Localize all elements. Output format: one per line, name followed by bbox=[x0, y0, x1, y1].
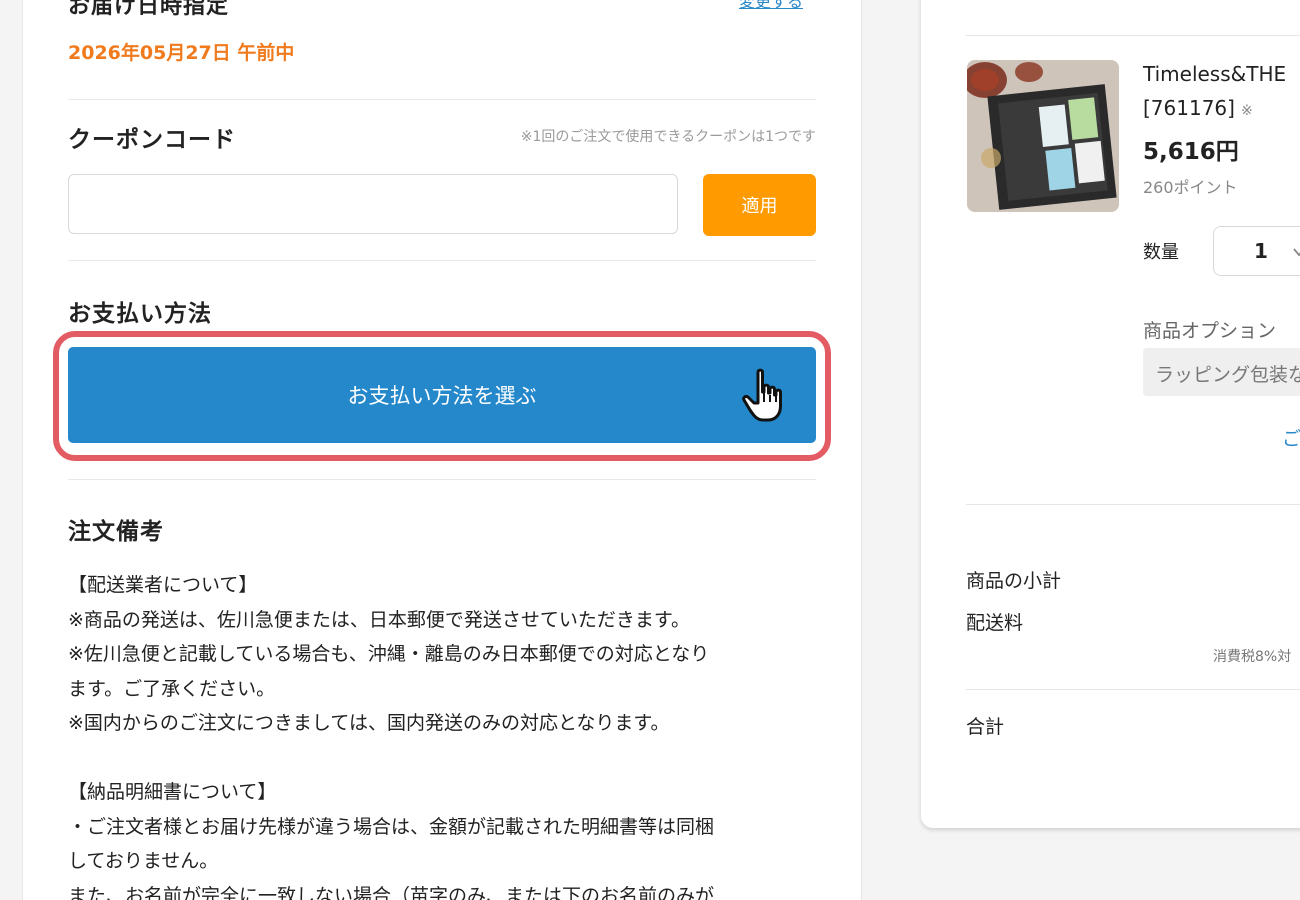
select-payment-method-button[interactable]: お支払い方法を選ぶ bbox=[68, 347, 816, 443]
product-name[interactable]: Timeless&THE bbox=[1143, 62, 1286, 86]
checkout-page: お届け日時指定 変更する 2026年05月27日 午前中 クーポンコード ※1回… bbox=[0, 0, 1300, 900]
delivery-date-value: 2026年05月27日 午前中 bbox=[68, 42, 295, 64]
coupon-code-input[interactable] bbox=[68, 174, 678, 234]
remarks-line: ※佐川急便と記載している場合も、沖縄・離島のみ日本郵便での対応となり bbox=[68, 643, 710, 665]
divider bbox=[68, 479, 816, 480]
quantity-value: 1 bbox=[1254, 239, 1268, 263]
quantity-select[interactable]: 1 bbox=[1213, 226, 1300, 276]
divider bbox=[68, 99, 816, 100]
wrapping-option-select[interactable]: ラッピング包装な bbox=[1143, 348, 1300, 396]
checkout-form-column: お届け日時指定 変更する 2026年05月27日 午前中 クーポンコード ※1回… bbox=[22, 0, 862, 900]
divider bbox=[68, 260, 816, 261]
hand-pointer-icon bbox=[742, 368, 782, 422]
product-points: 260ポイント bbox=[1143, 178, 1238, 197]
remarks-line: ※国内からのご注文につきましては、国内発送のみの対応となります。 bbox=[68, 712, 670, 734]
coupon-section-title: クーポンコード bbox=[68, 127, 236, 153]
order-summary-panel: Timeless&THE [761176] ※ 5,616円 260ポイント 数量… bbox=[921, 0, 1300, 828]
divider bbox=[966, 35, 1300, 36]
total-label: 合計 bbox=[966, 716, 1005, 738]
order-remarks-text: 【配送業者について】 ※商品の発送は、佐川急便または、日本郵便で発送させていただ… bbox=[68, 568, 816, 900]
product-code-value: [761176] bbox=[1143, 96, 1235, 120]
product-code-mark: ※ bbox=[1240, 103, 1253, 119]
order-remarks-title: 注文備考 bbox=[68, 519, 164, 545]
shipping-fee-label: 配送料 bbox=[966, 612, 1024, 634]
remarks-line: ※商品の発送は、佐川急便または、日本郵便で発送させていただきます。 bbox=[68, 608, 691, 631]
divider bbox=[966, 689, 1300, 690]
divider bbox=[966, 504, 1300, 505]
change-delivery-link[interactable]: 変更する bbox=[739, 0, 803, 12]
wrapping-option-value: ラッピング包装な bbox=[1155, 364, 1300, 386]
select-payment-method-label: お支払い方法を選ぶ bbox=[347, 384, 537, 408]
quantity-label: 数量 bbox=[1143, 242, 1179, 263]
remarks-line: しておりません。 bbox=[68, 850, 219, 872]
remarks-line: ます。ご了承ください。 bbox=[68, 677, 276, 700]
product-image[interactable] bbox=[967, 60, 1119, 212]
subtotal-label: 商品の小計 bbox=[966, 570, 1062, 592]
remarks-line: ・ご注文者様とお届け先様が違う場合は、金額が記載された明細書等は同梱 bbox=[68, 815, 715, 838]
product-price: 5,616円 bbox=[1143, 139, 1239, 165]
remarks-line bbox=[68, 741, 816, 776]
tax-note: 消費税8%対 bbox=[1213, 649, 1292, 665]
remarks-line: 【納品明細書について】 bbox=[68, 781, 277, 803]
remarks-line: 【配送業者について】 bbox=[68, 574, 258, 596]
apply-coupon-button[interactable]: 適用 bbox=[703, 174, 816, 236]
coupon-note: ※1回のご注文で使用できるクーポンは1つです bbox=[520, 129, 816, 145]
chevron-down-icon bbox=[1293, 248, 1300, 257]
product-code: [761176] ※ bbox=[1143, 96, 1253, 120]
delivery-datetime-title: お届け日時指定 bbox=[68, 0, 230, 19]
option-detail-link[interactable]: ご bbox=[1282, 424, 1300, 451]
payment-method-title: お支払い方法 bbox=[68, 301, 212, 327]
product-option-label: 商品オプション bbox=[1143, 320, 1277, 342]
remarks-line: また、お名前が完全に一致しない場合（苗字のみ、または下のお名前のみが bbox=[68, 884, 715, 900]
